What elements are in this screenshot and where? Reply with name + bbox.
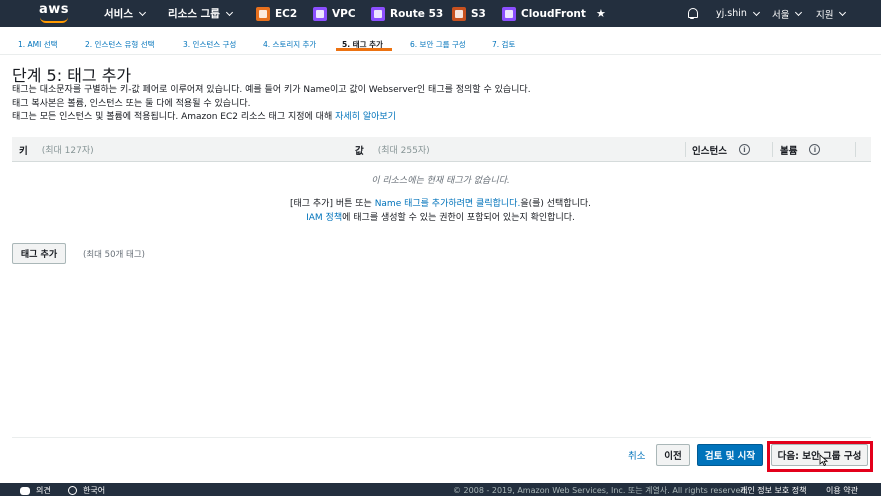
active-step-indicator bbox=[336, 48, 392, 51]
step-configure-instance[interactable]: 3. 인스턴스 구성 bbox=[183, 39, 236, 50]
step-ami[interactable]: 1. AMI 선택 bbox=[18, 39, 58, 50]
column-key-label: 키 bbox=[19, 145, 28, 157]
chevron-down-icon bbox=[839, 8, 847, 16]
add-tag-button[interactable]: 태그 추가 bbox=[12, 243, 66, 264]
bottom-bar: 의견 한국어 © 2008 - 2019, Amazon Web Service… bbox=[0, 483, 881, 496]
aws-logo-text: aws bbox=[39, 2, 70, 17]
column-divider bbox=[685, 142, 686, 157]
step-instance-type[interactable]: 2. 인스턴스 유형 선택 bbox=[85, 39, 155, 50]
description-text: 태그는 모든 인스턴스 및 볼륨에 적용됩니다. Amazon EC2 리소스 … bbox=[12, 112, 333, 122]
column-instances: 인스턴스 i bbox=[692, 137, 750, 162]
column-volumes: 볼륨 i bbox=[780, 137, 821, 162]
previous-button[interactable]: 이전 bbox=[656, 444, 690, 466]
chat-bubble-icon bbox=[20, 486, 30, 495]
iam-policy-link[interactable]: IAM 정책 bbox=[306, 213, 342, 223]
column-divider bbox=[772, 142, 773, 157]
step-add-storage[interactable]: 4. 스토리지 추가 bbox=[263, 39, 316, 50]
description-line-1: 태그는 대소문자를 구별하는 키-값 페어로 이루어져 있습니다. 예를 들어 … bbox=[12, 85, 531, 95]
empty-tags-message: 이 리소스에는 현재 태그가 없습니다. bbox=[371, 176, 510, 186]
cloudfront-icon bbox=[502, 6, 516, 21]
column-value: 값 (최대 255자) bbox=[355, 137, 430, 162]
region-menu[interactable]: 서울 bbox=[772, 0, 803, 27]
hint-text: 에 태그를 생성할 수 있는 권한이 포함되어 있는지 확인합니다. bbox=[342, 213, 575, 223]
shortcut-route53[interactable]: Route 53 bbox=[371, 0, 443, 27]
bell-icon bbox=[687, 8, 698, 19]
shortcut-cloudfront[interactable]: CloudFront bbox=[502, 0, 586, 27]
s3-icon bbox=[452, 6, 466, 21]
language-label: 한국어 bbox=[83, 486, 106, 495]
shortcut-label: S3 bbox=[471, 7, 486, 20]
ec2-icon bbox=[256, 6, 270, 21]
resource-groups-label: 리소스 그룹 bbox=[168, 8, 220, 20]
shortcut-s3[interactable]: S3 bbox=[452, 0, 486, 27]
mouse-cursor-icon bbox=[819, 454, 828, 466]
globe-icon bbox=[68, 486, 77, 495]
shortcut-label: VPC bbox=[332, 7, 356, 20]
account-menu[interactable]: yj.shin bbox=[716, 0, 760, 27]
review-and-launch-button[interactable]: 검토 및 시작 bbox=[697, 444, 763, 466]
pin-button[interactable]: ★ bbox=[596, 0, 606, 27]
value-limit-hint: (최대 255자) bbox=[377, 146, 430, 156]
info-icon[interactable]: i bbox=[809, 144, 821, 155]
add-name-tag-link[interactable]: Name 태그를 추가하려면 클릭합니다. bbox=[375, 199, 521, 209]
shortcut-ec2[interactable]: EC2 bbox=[256, 0, 297, 27]
column-value-label: 값 bbox=[355, 145, 364, 157]
language-selector[interactable]: 한국어 bbox=[68, 485, 105, 496]
feedback-button[interactable]: 의견 bbox=[20, 485, 51, 496]
vpc-icon bbox=[313, 6, 327, 21]
column-divider bbox=[855, 142, 856, 157]
tags-table-header: 키 (최대 127자) 값 (최대 255자) 인스턴스 i 볼륨 i bbox=[12, 137, 871, 162]
notifications-button[interactable] bbox=[687, 0, 698, 27]
route53-icon bbox=[371, 6, 385, 21]
hint-text: 을(를) 선택합니다. bbox=[520, 199, 592, 209]
shortcut-label: EC2 bbox=[275, 7, 298, 20]
services-label: 서비스 bbox=[104, 8, 133, 20]
pin-icon: ★ bbox=[596, 7, 606, 20]
top-navigation: aws 서비스 리소스 그룹 EC2 VPC Route 53 S3 Cloud… bbox=[0, 0, 881, 27]
column-instances-label: 인스턴스 bbox=[692, 145, 727, 157]
add-tag-limit-hint: (최대 50개 태그) bbox=[83, 250, 145, 260]
empty-hint-line-2: IAM 정책에 태그를 생성할 수 있는 권한이 포함되어 있는지 확인합니다. bbox=[0, 210, 881, 223]
region-label: 서울 bbox=[772, 9, 790, 21]
description-line-3: 태그는 모든 인스턴스 및 볼륨에 적용됩니다. Amazon EC2 리소스 … bbox=[12, 109, 396, 122]
step-review[interactable]: 7. 검토 bbox=[492, 39, 515, 50]
info-icon[interactable]: i bbox=[738, 144, 750, 155]
services-menu[interactable]: 서비스 bbox=[104, 0, 147, 27]
column-key: 키 (최대 127자) bbox=[19, 137, 94, 162]
chevron-down-icon bbox=[138, 8, 147, 16]
aws-smile-icon bbox=[40, 17, 68, 23]
privacy-policy-link[interactable]: 개인 정보 보호 정책 bbox=[740, 485, 807, 496]
chevron-down-icon bbox=[752, 8, 760, 16]
shortcut-vpc[interactable]: VPC bbox=[313, 0, 356, 27]
column-volumes-label: 볼륨 bbox=[780, 145, 798, 157]
support-menu[interactable]: 지원 bbox=[816, 0, 847, 27]
learn-more-link[interactable]: 자세히 알아보기 bbox=[335, 112, 396, 122]
key-limit-hint: (최대 127자) bbox=[41, 146, 94, 156]
footer-divider bbox=[12, 437, 871, 438]
description-line-2: 태그 복사본은 볼륨, 인스턴스 또는 둘 다에 적용될 수 있습니다. bbox=[12, 99, 251, 109]
aws-logo[interactable]: aws bbox=[37, 2, 71, 24]
user-name: yj.shin bbox=[716, 8, 747, 19]
terms-link[interactable]: 이용 약관 bbox=[826, 485, 858, 496]
shortcut-label: CloudFront bbox=[521, 7, 586, 20]
step-security-group[interactable]: 6. 보안 그룹 구성 bbox=[410, 39, 466, 50]
hint-text: [태그 추가] 버튼 또는 bbox=[289, 199, 372, 209]
support-label: 지원 bbox=[816, 9, 834, 21]
feedback-label: 의견 bbox=[36, 486, 51, 495]
shortcut-label: Route 53 bbox=[390, 7, 444, 20]
empty-hint-line-1: [태그 추가] 버튼 또는 Name 태그를 추가하려면 클릭합니다.을(를) … bbox=[0, 196, 881, 209]
copyright-text: © 2008 - 2019, Amazon Web Services, Inc.… bbox=[453, 486, 749, 495]
cancel-link[interactable]: 취소 bbox=[628, 448, 645, 462]
chevron-down-icon bbox=[225, 8, 234, 16]
chevron-down-icon bbox=[795, 8, 803, 16]
resource-groups-menu[interactable]: 리소스 그룹 bbox=[168, 0, 234, 27]
